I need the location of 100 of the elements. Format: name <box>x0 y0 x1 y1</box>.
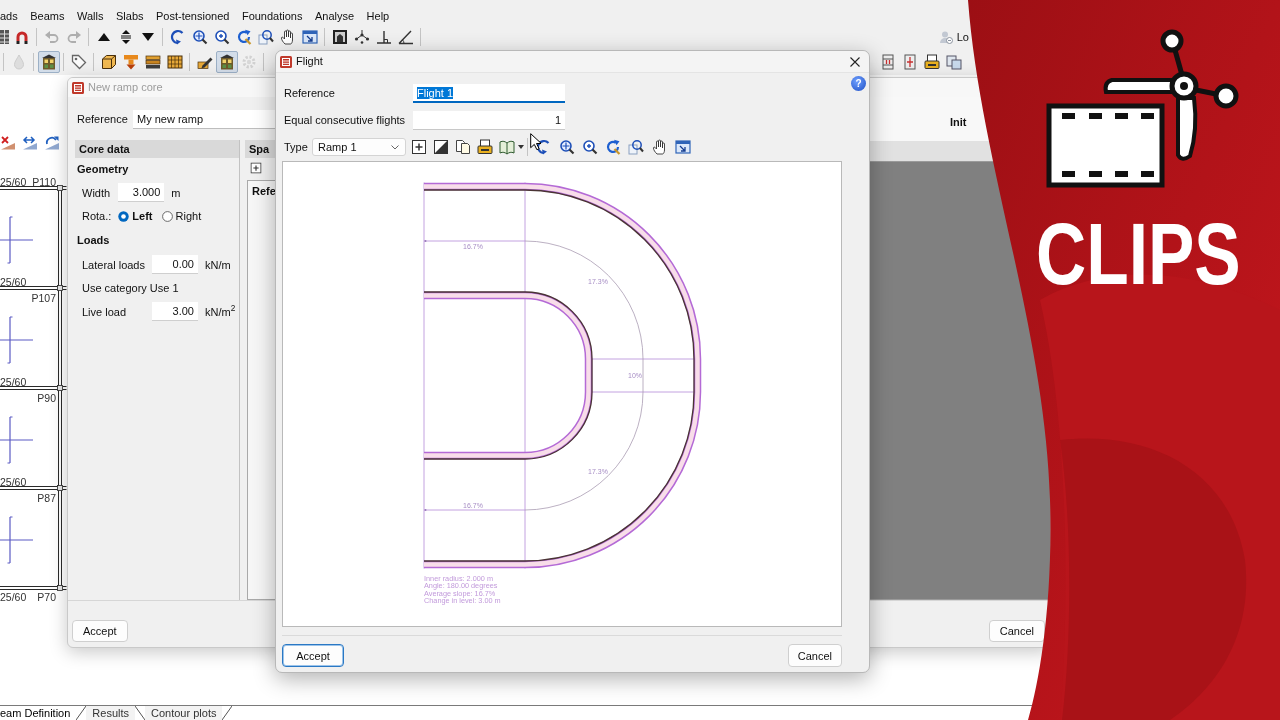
column-label: P87 <box>37 492 56 504</box>
angle-icon[interactable] <box>398 29 414 45</box>
number-field[interactable]: 3.00 <box>152 302 198 322</box>
add-icon[interactable] <box>411 139 427 155</box>
column-icon[interactable] <box>880 54 896 70</box>
magnifier-page-icon[interactable] <box>258 29 274 45</box>
tab-divider <box>135 706 145 720</box>
field-label: Width <box>82 185 112 200</box>
tab-divider <box>76 706 87 720</box>
type-dropdown[interactable]: Ramp 1 <box>312 138 406 156</box>
beam-label: 25/60 <box>0 276 27 288</box>
close-icon[interactable] <box>850 56 860 67</box>
field-label: Live load <box>82 304 128 319</box>
radio-button[interactable] <box>161 210 173 222</box>
accept-button[interactable]: Accept <box>282 644 344 667</box>
slope-rotate-icon[interactable] <box>44 134 60 151</box>
number-field[interactable]: 1 <box>413 111 565 130</box>
building-icon[interactable] <box>216 51 238 73</box>
field-label: Reference <box>284 86 336 101</box>
radio-button[interactable] <box>118 210 130 222</box>
building-icon[interactable] <box>38 51 60 73</box>
refresh-icon[interactable] <box>605 139 622 155</box>
column-header: Refe <box>252 185 276 197</box>
zoom-in-icon[interactable] <box>214 29 230 45</box>
copy-icon[interactable] <box>455 139 471 155</box>
sheet-tab[interactable]: Contour plots <box>145 706 223 720</box>
chevron-icon <box>391 144 399 150</box>
column-cross-icon[interactable] <box>902 54 918 70</box>
unit-label: m <box>171 185 182 200</box>
menu-item[interactable]: Analyse <box>314 8 355 24</box>
field-label: Type <box>284 139 309 155</box>
field-value: Use 1 <box>149 281 179 296</box>
field-label: Lateral loads <box>82 257 145 272</box>
curved-arrow-icon[interactable] <box>535 139 552 155</box>
column-label: P107 <box>31 292 56 304</box>
cube-icon[interactable] <box>101 54 117 70</box>
column-header: Init <box>950 116 967 128</box>
field-label: Use category <box>82 281 147 296</box>
mouse-cursor-icon <box>530 133 541 150</box>
dialog-title: New ramp core <box>88 80 163 95</box>
layers-icon[interactable] <box>145 54 161 70</box>
beam-label: 25/60 <box>0 376 27 388</box>
slope-delete-icon[interactable] <box>0 134 16 151</box>
cancel-button[interactable]: Cancel <box>787 644 842 667</box>
beam-label: 25/60 <box>0 591 27 603</box>
user-label[interactable]: Lo <box>956 29 969 45</box>
slope-arrows-icon[interactable] <box>22 134 38 151</box>
option-label[interactable]: Left <box>132 209 153 224</box>
book-icon[interactable] <box>499 139 515 155</box>
menu-item[interactable]: Help <box>366 8 390 24</box>
t-beam-arrow-icon[interactable] <box>123 54 139 70</box>
column-label: P70 <box>37 591 56 603</box>
printer-icon[interactable] <box>477 139 493 155</box>
section-title: Geometry <box>76 162 130 177</box>
perpendicular-icon[interactable] <box>376 29 392 45</box>
refresh-icon[interactable] <box>236 29 252 45</box>
menu-item[interactable]: Walls <box>77 8 104 24</box>
beam-label: 25/60 <box>0 476 27 488</box>
menu-item[interactable]: Post-tensioned <box>156 8 230 24</box>
zoom-in-icon[interactable] <box>581 139 598 155</box>
magnifier-page-icon[interactable] <box>628 139 645 155</box>
tag-icon[interactable] <box>71 54 87 70</box>
up-down-icon[interactable] <box>118 29 134 45</box>
field-label: Reference <box>76 112 129 127</box>
reference-field[interactable]: Flight 1 <box>413 84 565 103</box>
column-label: P110 <box>32 176 56 188</box>
menu-item[interactable]: Beams <box>30 8 65 24</box>
zoom-all-icon[interactable] <box>192 29 208 45</box>
unit-label: kN/m <box>205 257 232 272</box>
tiles-icon[interactable] <box>167 54 183 70</box>
film-scissors-icon <box>1046 29 1239 188</box>
diagonal-square-icon[interactable] <box>433 139 449 155</box>
unit-label: kN/m$^{2}$ <box>205 304 236 319</box>
cancel-button[interactable]: Cancel <box>988 620 1045 642</box>
hand-icon[interactable] <box>651 139 668 155</box>
grid-icon[interactable] <box>0 30 9 44</box>
magnet-icon[interactable] <box>14 29 30 45</box>
number-field[interactable]: 0.00 <box>152 255 198 275</box>
menu-item[interactable]: ads <box>0 8 18 24</box>
accept-button[interactable]: Accept <box>72 620 128 642</box>
window-icon[interactable] <box>302 29 318 45</box>
app-icon <box>72 81 84 94</box>
menu-item[interactable]: Slabs <box>116 8 144 24</box>
points-icon[interactable] <box>354 29 370 45</box>
window-icon[interactable] <box>674 139 691 155</box>
printer-icon[interactable] <box>924 54 940 70</box>
dialog-title: Flight <box>296 54 323 69</box>
building-frame-icon[interactable] <box>332 29 348 45</box>
add-icon[interactable] <box>250 162 262 174</box>
hand-icon[interactable] <box>280 29 296 45</box>
zoom-all-icon[interactable] <box>558 139 575 155</box>
option-label[interactable]: Right <box>175 209 202 224</box>
section-title: Loads <box>76 233 111 248</box>
menu-item[interactable]: Foundations <box>241 8 303 24</box>
caret-icon[interactable] <box>518 145 524 149</box>
curved-arrow-icon[interactable] <box>170 29 186 45</box>
column-label: P90 <box>37 392 56 404</box>
number-field[interactable]: 3.000 <box>118 183 165 203</box>
reference-field[interactable]: My new ramp <box>133 110 276 129</box>
sheet-tab[interactable]: Results <box>86 706 135 720</box>
